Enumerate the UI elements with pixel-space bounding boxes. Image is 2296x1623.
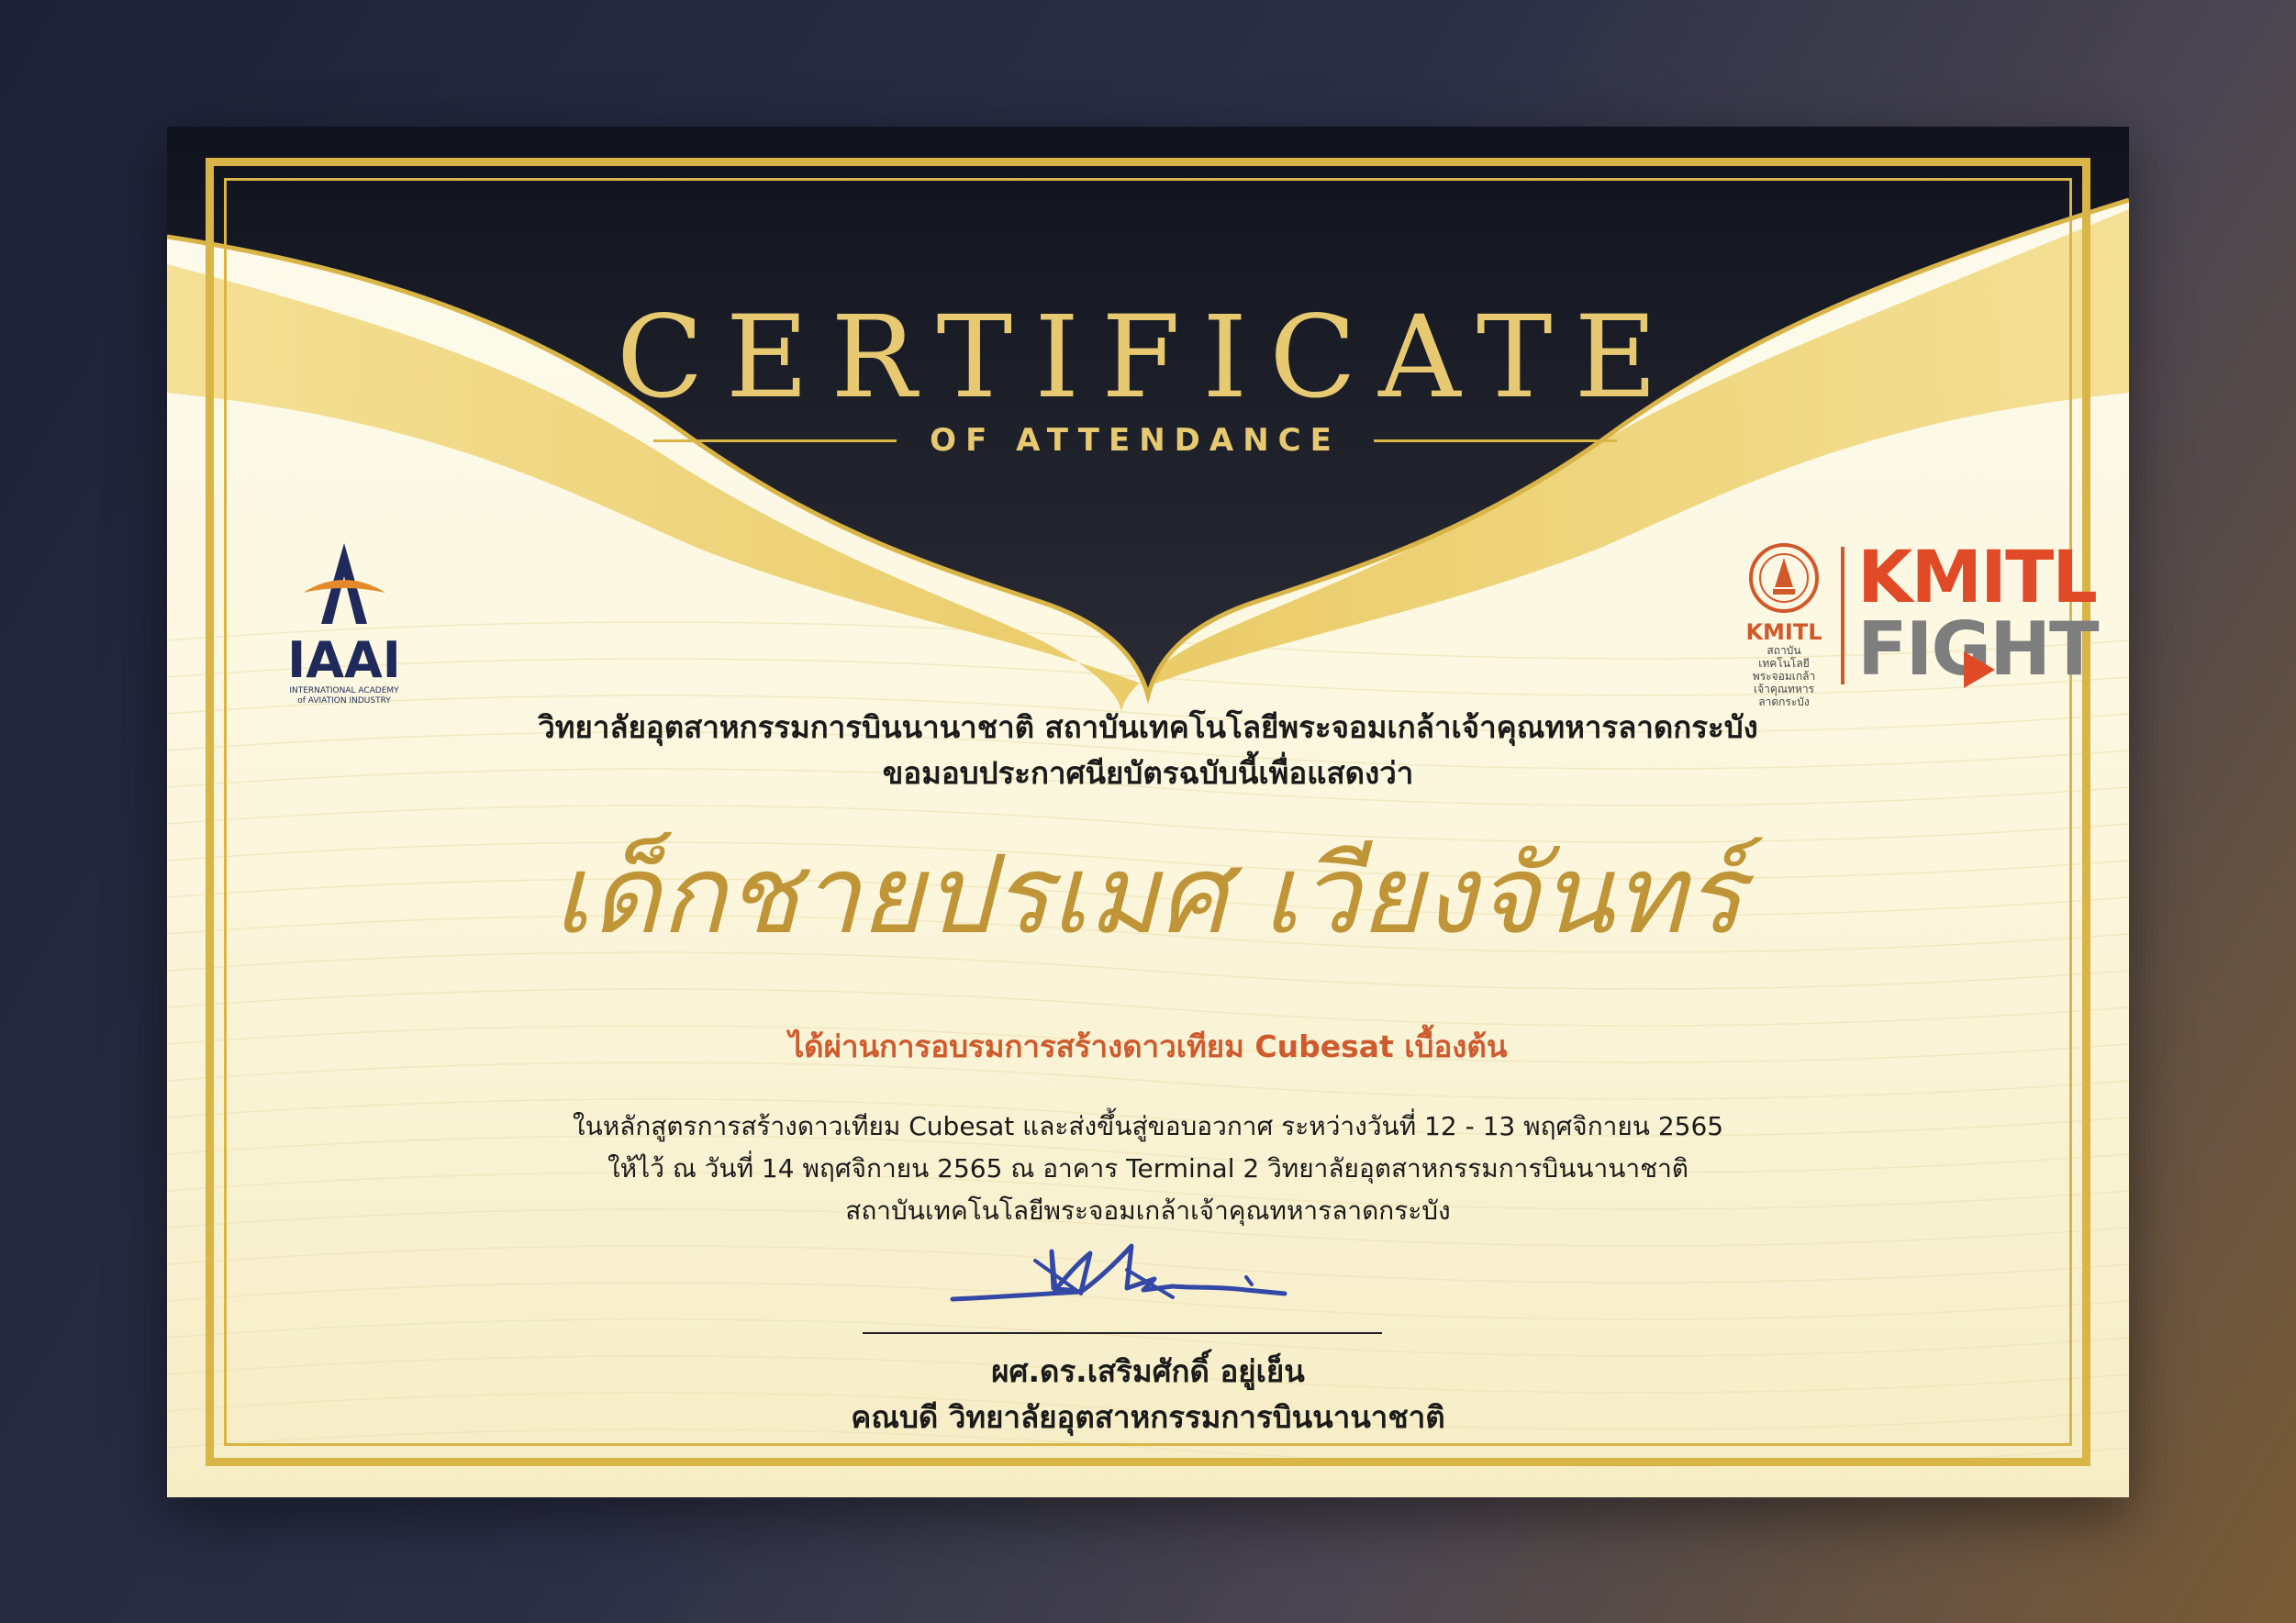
subtitle-rule-right xyxy=(1373,439,1617,442)
detail-line-2: ให้ไว้ ณ วันที่ 14 พฤศจิกายน 2565 ณ อาคา… xyxy=(607,1153,1689,1184)
detail-line-3: สถาบันเทคโนโลยีพระจอมเกล้าเจ้าคุณทหารลาด… xyxy=(845,1195,1451,1226)
signer-name: ผศ.ดร.เสริมศักดิ์ อยู่เย็น xyxy=(991,1353,1305,1389)
kmitl-seal: KMITL สถาบันเทคโนโลยี พระจอมเกล้า เจ้าคุ… xyxy=(1742,541,1826,708)
kmitl-seal-small-2: พระจอมเกล้า xyxy=(1752,670,1816,683)
kmitl-seal-small-1: สถาบันเทคโนโลยี xyxy=(1758,644,1810,670)
certificate: CERTIFICATE OF ATTENDANCE IAAI INTERNATI… xyxy=(167,127,2129,1497)
iaai-tagline-1: INTERNATIONAL ACADEMY xyxy=(289,686,399,695)
recipient-name: เด็กชายปรเมศ เวียงจันทร์ xyxy=(552,831,1744,958)
signature-image xyxy=(950,1243,1287,1302)
detail-line-1: ในหลักสูตรการสร้างดาวเทียม Cubesat และส่… xyxy=(572,1111,1724,1141)
signer-title: คณบดี วิทยาลัยอุตสาหกรรมการบินนานาชาติ xyxy=(851,1399,1445,1435)
intro-line-2: ขอมอบประกาศนียบัตรฉบับนี้เพื่อแสดงว่า xyxy=(882,755,1414,791)
certificate-title: CERTIFICATE xyxy=(616,292,1680,424)
kmitl-logos: KMITL สถาบันเทคโนโลยี พระจอมเกล้า เจ้าคุ… xyxy=(1742,541,2099,708)
play-icon xyxy=(1964,651,1995,688)
subtitle-row: OF ATTENDANCE xyxy=(653,422,1617,459)
subtitle-rule-left xyxy=(653,439,897,442)
certificate-subtitle: OF ATTENDANCE xyxy=(930,422,1341,459)
signature-line xyxy=(863,1332,1382,1334)
iaai-a-mark-icon xyxy=(303,543,385,624)
kmitl-divider xyxy=(1841,547,1845,684)
intro-line-1: วิทยาลัยอุตสาหกรรมการบินนานาชาติ สถาบันเ… xyxy=(538,709,1758,745)
achievement-line: ได้ผ่านการอบรมการสร้างดาวเทียม Cubesat เ… xyxy=(788,1028,1508,1064)
kmitl-seal-text: KMITL xyxy=(1745,619,1822,645)
iaai-logo: IAAI INTERNATIONAL ACADEMY of AVIATION I… xyxy=(284,539,404,706)
iaai-wordmark: IAAI xyxy=(287,631,401,689)
kmitl-fight-wordmark-1: KMITL xyxy=(1857,537,2098,619)
kmitl-seal-emblem-icon xyxy=(1749,543,1819,613)
